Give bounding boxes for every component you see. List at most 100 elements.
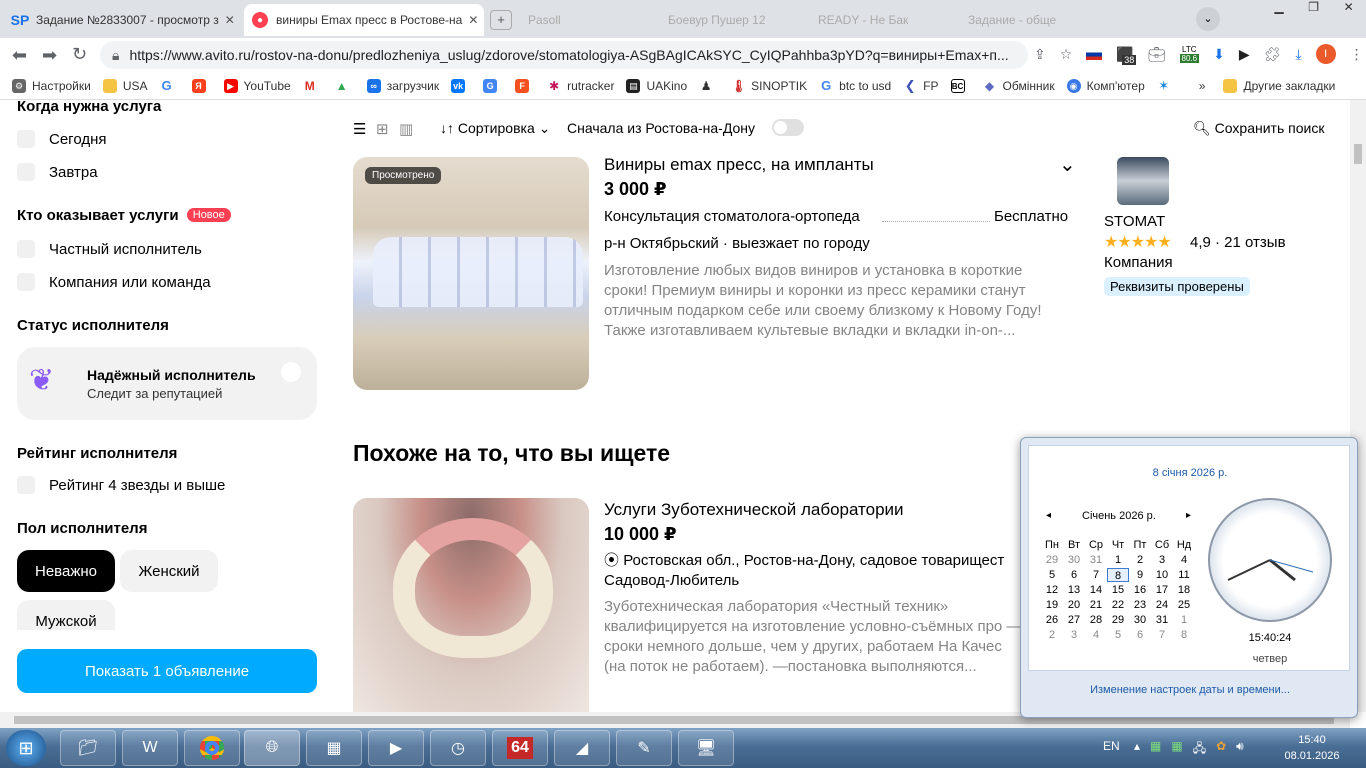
reload-icon[interactable]: ↻ [72,44,87,65]
briefcase-icon[interactable]: 💼︎ [1148,46,1166,63]
filter-company[interactable]: Компания или команда [17,273,211,291]
calendar-day[interactable]: 6 [1129,628,1151,642]
downloads-icon[interactable]: ⤓ [1295,46,1301,63]
tab-avito[interactable]: ● виниры Emax пресс в Ростове-на ✕ [244,4,484,36]
volume-icon[interactable]: 🔊︎ [1236,739,1244,760]
calendar-day[interactable]: 6 [1063,568,1085,582]
back-icon[interactable]: ⬅ [12,45,27,66]
tab-3[interactable]: Pasoll [520,4,660,36]
filter-private[interactable]: Частный исполнитель [17,240,202,258]
calendar-day[interactable]: 29 [1107,613,1129,627]
calendar-day[interactable]: 31 [1085,553,1107,567]
gender-female-button[interactable]: Женский [120,550,218,592]
calendar-day[interactable]: 12 [1041,583,1063,597]
calendar-day[interactable]: 5 [1107,628,1129,642]
taskbar-globe[interactable]: 🌐︎ [244,730,300,766]
taskbar-notepad[interactable]: ✎ [616,730,672,766]
tray-app3-icon[interactable]: ✿ [1216,739,1226,760]
calendar-day[interactable]: 7 [1085,568,1107,582]
date-header-link[interactable]: 8 січня 2026 р. [1029,467,1351,479]
checkbox[interactable] [17,273,35,291]
checkbox[interactable] [17,163,35,181]
seller-rating[interactable]: 4,9 · 21 отзыв [1190,234,1286,251]
bookmark-settings[interactable]: ⚙ Настройки [12,78,91,93]
taskbar-media[interactable]: ▶ [368,730,424,766]
bookmark-usa[interactable]: USA [102,78,148,93]
calendar-day[interactable]: 24 [1151,598,1173,612]
terminal-icon[interactable]: ▶ [1239,46,1250,63]
show-results-button[interactable]: Показать 1 объявление [17,649,317,693]
download-ext-icon[interactable]: ⬇ [1213,46,1225,63]
calendar-day[interactable]: 1 [1107,553,1129,567]
calendar-day[interactable]: 30 [1129,613,1151,627]
calendar-day[interactable]: 2 [1129,553,1151,567]
bookmark-youtube[interactable]: ▶ YouTube [223,78,291,93]
listing-title[interactable]: Виниры emax пресс, на импланты [604,155,874,175]
calendar-day-today[interactable]: 8 [1107,568,1129,582]
new-tab-icon[interactable]: + [490,10,512,30]
taskbar-clock[interactable]: 15:40 08.01.2026 [1280,732,1344,764]
filter-today[interactable]: Сегодня [17,130,107,148]
bookmark-drive[interactable]: ▲ [335,79,355,93]
close-window-icon[interactable]: ✕ [1344,0,1354,22]
bookmark-translate[interactable]: G [483,78,503,93]
calendar-day[interactable]: 4 [1173,553,1195,567]
show-hidden-icon[interactable]: ▴ [1134,739,1140,760]
filter-rating-4[interactable]: Рейтинг 4 звезды и выше [17,476,225,494]
bookmark-star-icon[interactable]: ☆ [1060,46,1073,63]
taskbar-monitor[interactable]: 🖥︎ [678,730,734,766]
bookmarks-overflow[interactable]: » [1199,79,1206,93]
tab-4[interactable]: Боевур Пушер 12 [660,4,800,36]
bookmark-yandex[interactable]: Я [191,78,212,93]
checkbox[interactable] [17,130,35,148]
bookmark-vk[interactable]: vk [451,78,471,93]
bookmark-star[interactable]: ✶ [1157,78,1177,93]
bookmark-exchanger[interactable]: ◆ Обмінник [983,79,1055,93]
month-label[interactable]: Січень 2026 р. [1082,510,1156,522]
tab-task[interactable]: SP Задание №2833007 - просмотр з ✕ [4,4,242,36]
flag-ru-icon[interactable] [1086,48,1103,60]
bookmark-rutracker[interactable]: ✱ rutracker [547,79,614,93]
calendar-day[interactable]: 5 [1041,568,1063,582]
tab-6[interactable]: Задание - обще [960,4,1100,36]
calendar-day[interactable]: 30 [1063,553,1085,567]
calendar-day[interactable]: 28 [1085,613,1107,627]
tab-5[interactable]: READY - Не Бак [810,4,950,36]
calendar-day[interactable]: 27 [1063,613,1085,627]
grid-view-icon[interactable]: ⊞ [376,120,389,138]
language-indicator[interactable]: EN [1103,739,1120,753]
calendar-day[interactable]: 23 [1129,598,1151,612]
calendar-day[interactable]: 21 [1085,598,1107,612]
forward-icon[interactable]: ➡ [42,45,57,66]
next-month-icon[interactable]: ▸ [1186,510,1191,521]
menu-icon[interactable]: ⋮ [1350,46,1364,63]
calendar-day[interactable]: 3 [1063,628,1085,642]
close-icon[interactable]: ✕ [219,13,235,27]
bookmark-btc[interactable]: Gbtc to usd [819,78,891,93]
listing-image-lab[interactable] [353,498,589,712]
calendar-day[interactable]: 2 [1041,628,1063,642]
bookmark-person[interactable]: ♟ [699,79,719,93]
seller-name[interactable]: STOMAT [1104,213,1165,230]
filter-tomorrow[interactable]: Завтра [17,163,98,181]
calendar-day[interactable]: 10 [1151,568,1173,582]
calendar-day[interactable]: 16 [1129,583,1151,597]
checkbox[interactable] [17,476,35,494]
calendar-day[interactable]: 31 [1151,613,1173,627]
bookmark-bc[interactable]: BC [950,78,971,93]
taskbar-app-mk[interactable]: ◢ [554,730,610,766]
gender-any-button[interactable]: Неважно [17,550,115,592]
bookmark-loader[interactable]: ∞ загрузчик [366,78,439,93]
calendar-day[interactable]: 26 [1041,613,1063,627]
bookmark-uakino[interactable]: ▤ UAKino [626,78,687,93]
seller-logo[interactable] [1117,157,1169,205]
reliable-performer-card[interactable]: ❦ Надёжный исполнитель Следит за репутац… [17,347,317,420]
share-icon[interactable]: ⇪ [1034,46,1046,63]
calendar-day[interactable]: 25 [1173,598,1195,612]
puzzle-icon[interactable]: 🧩︎ [1264,46,1282,63]
start-button[interactable]: ⊞ [6,730,46,766]
tray-app2-icon[interactable]: ▦ [1171,739,1182,760]
tab-search-icon[interactable]: ⌄ [1196,7,1220,31]
bookmark-f[interactable]: F [515,78,535,93]
sort-dropdown[interactable]: ↓↑ Сортировка ⌄ [440,120,550,137]
